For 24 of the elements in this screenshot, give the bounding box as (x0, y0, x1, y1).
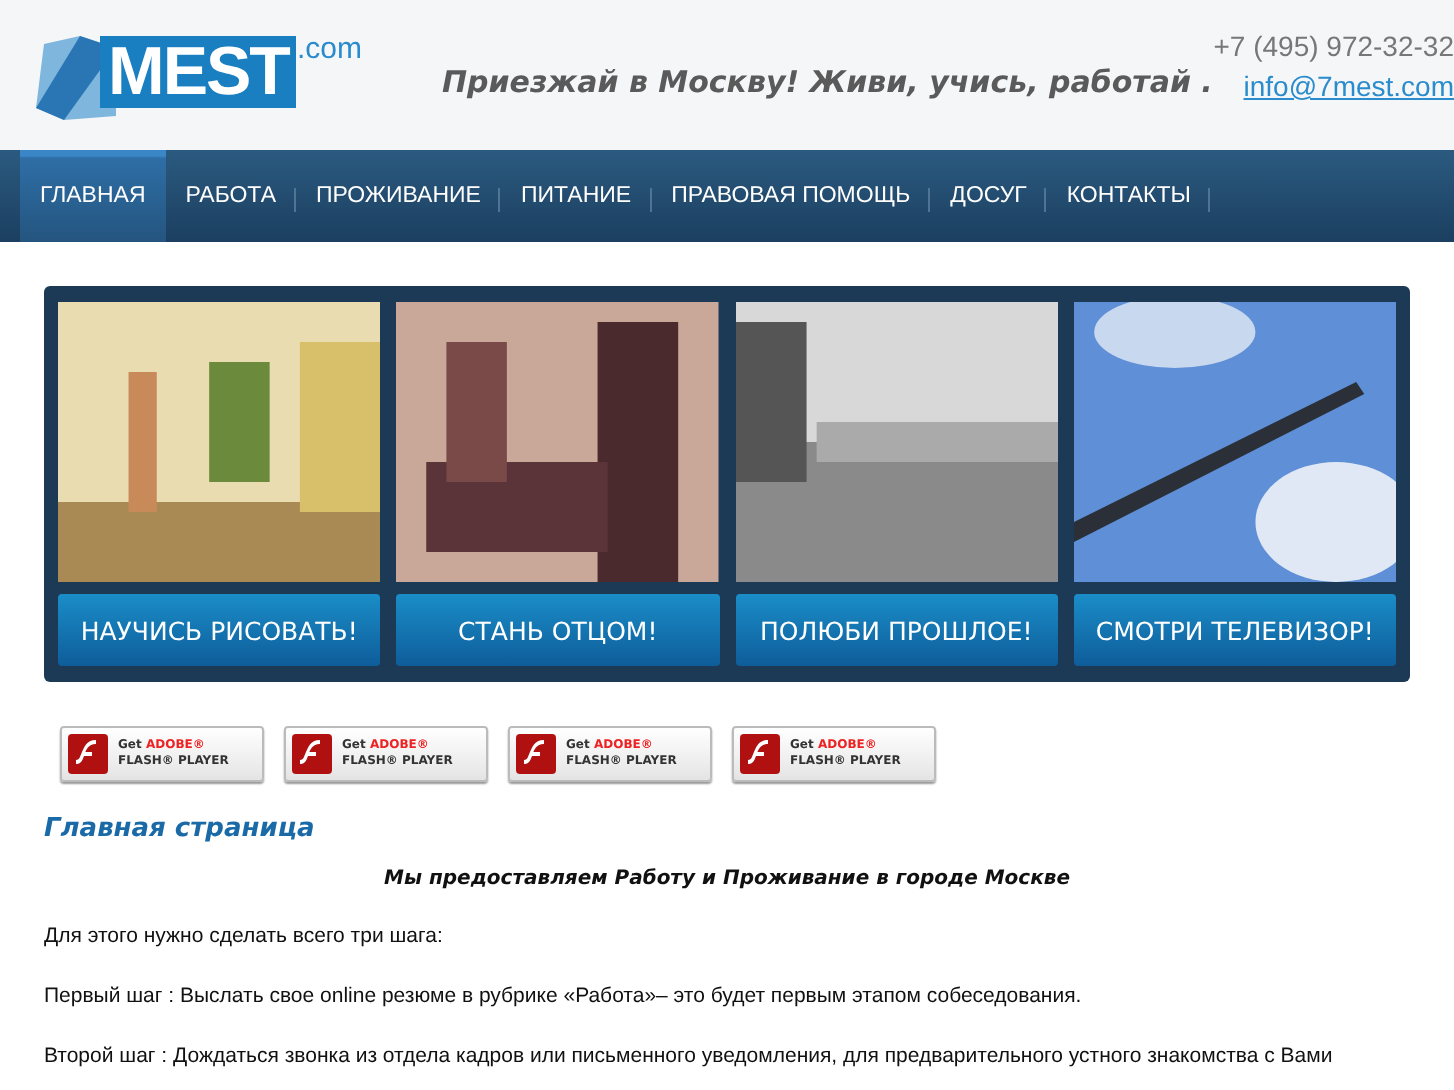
promo-button[interactable]: СМОТРИ ТЕЛЕВИЗОР! (1073, 594, 1396, 666)
logo-wordmark: MEST (100, 36, 297, 108)
flash-logo-icon (516, 734, 556, 774)
nav-item[interactable]: РАБОТА (165, 150, 296, 242)
flash-logo-icon (292, 734, 332, 774)
paragraph: Для этого нужно сделать всего три шага: (44, 924, 445, 950)
promo-button[interactable]: ПОЛЮБИ ПРОШЛОЕ! (735, 594, 1058, 666)
promo-button[interactable]: СТАНЬ ОТЦОМ! (396, 594, 719, 666)
nav-item[interactable]: ПИТАНИЕ (500, 150, 652, 242)
nav-item[interactable]: ДОСУГ (930, 150, 1047, 242)
nav-item[interactable]: ГЛАВНАЯ (20, 150, 166, 242)
nav-item[interactable]: ПРАВОВАЯ ПОМОЩЬ (651, 150, 931, 242)
paragraph: Первый шаг : Выслать свое online резюме в рубрике «Работа»– это будет первым этапом собеседования. (44, 984, 1084, 1010)
logo-domain: .com (296, 32, 362, 66)
page-heading: Главная страница (44, 814, 317, 844)
site-slogan: Приезжай в Москву! Живи, учись, работай . (441, 62, 1214, 102)
paragraph: Второй шаг : Дождаться звонка из отдела кадров или письменного уведомления, для предварительного устного знакомства с Вами (44, 1044, 1335, 1070)
flash-logo-icon (68, 734, 108, 774)
lead-text: Мы предоставляем Работу и Проживание в городе Москве (382, 868, 1072, 890)
phone-number: +7 (495) 972-32-32 (1213, 28, 1454, 66)
promo-button[interactable]: НАУЧИСЬ РИСОВАТЬ! (58, 594, 381, 666)
nav-item[interactable]: КОНТАКТЫ (1046, 150, 1211, 242)
flash-logo-icon (740, 734, 780, 774)
nav-item[interactable]: ПРОЖИВАНИЕ (296, 150, 501, 242)
